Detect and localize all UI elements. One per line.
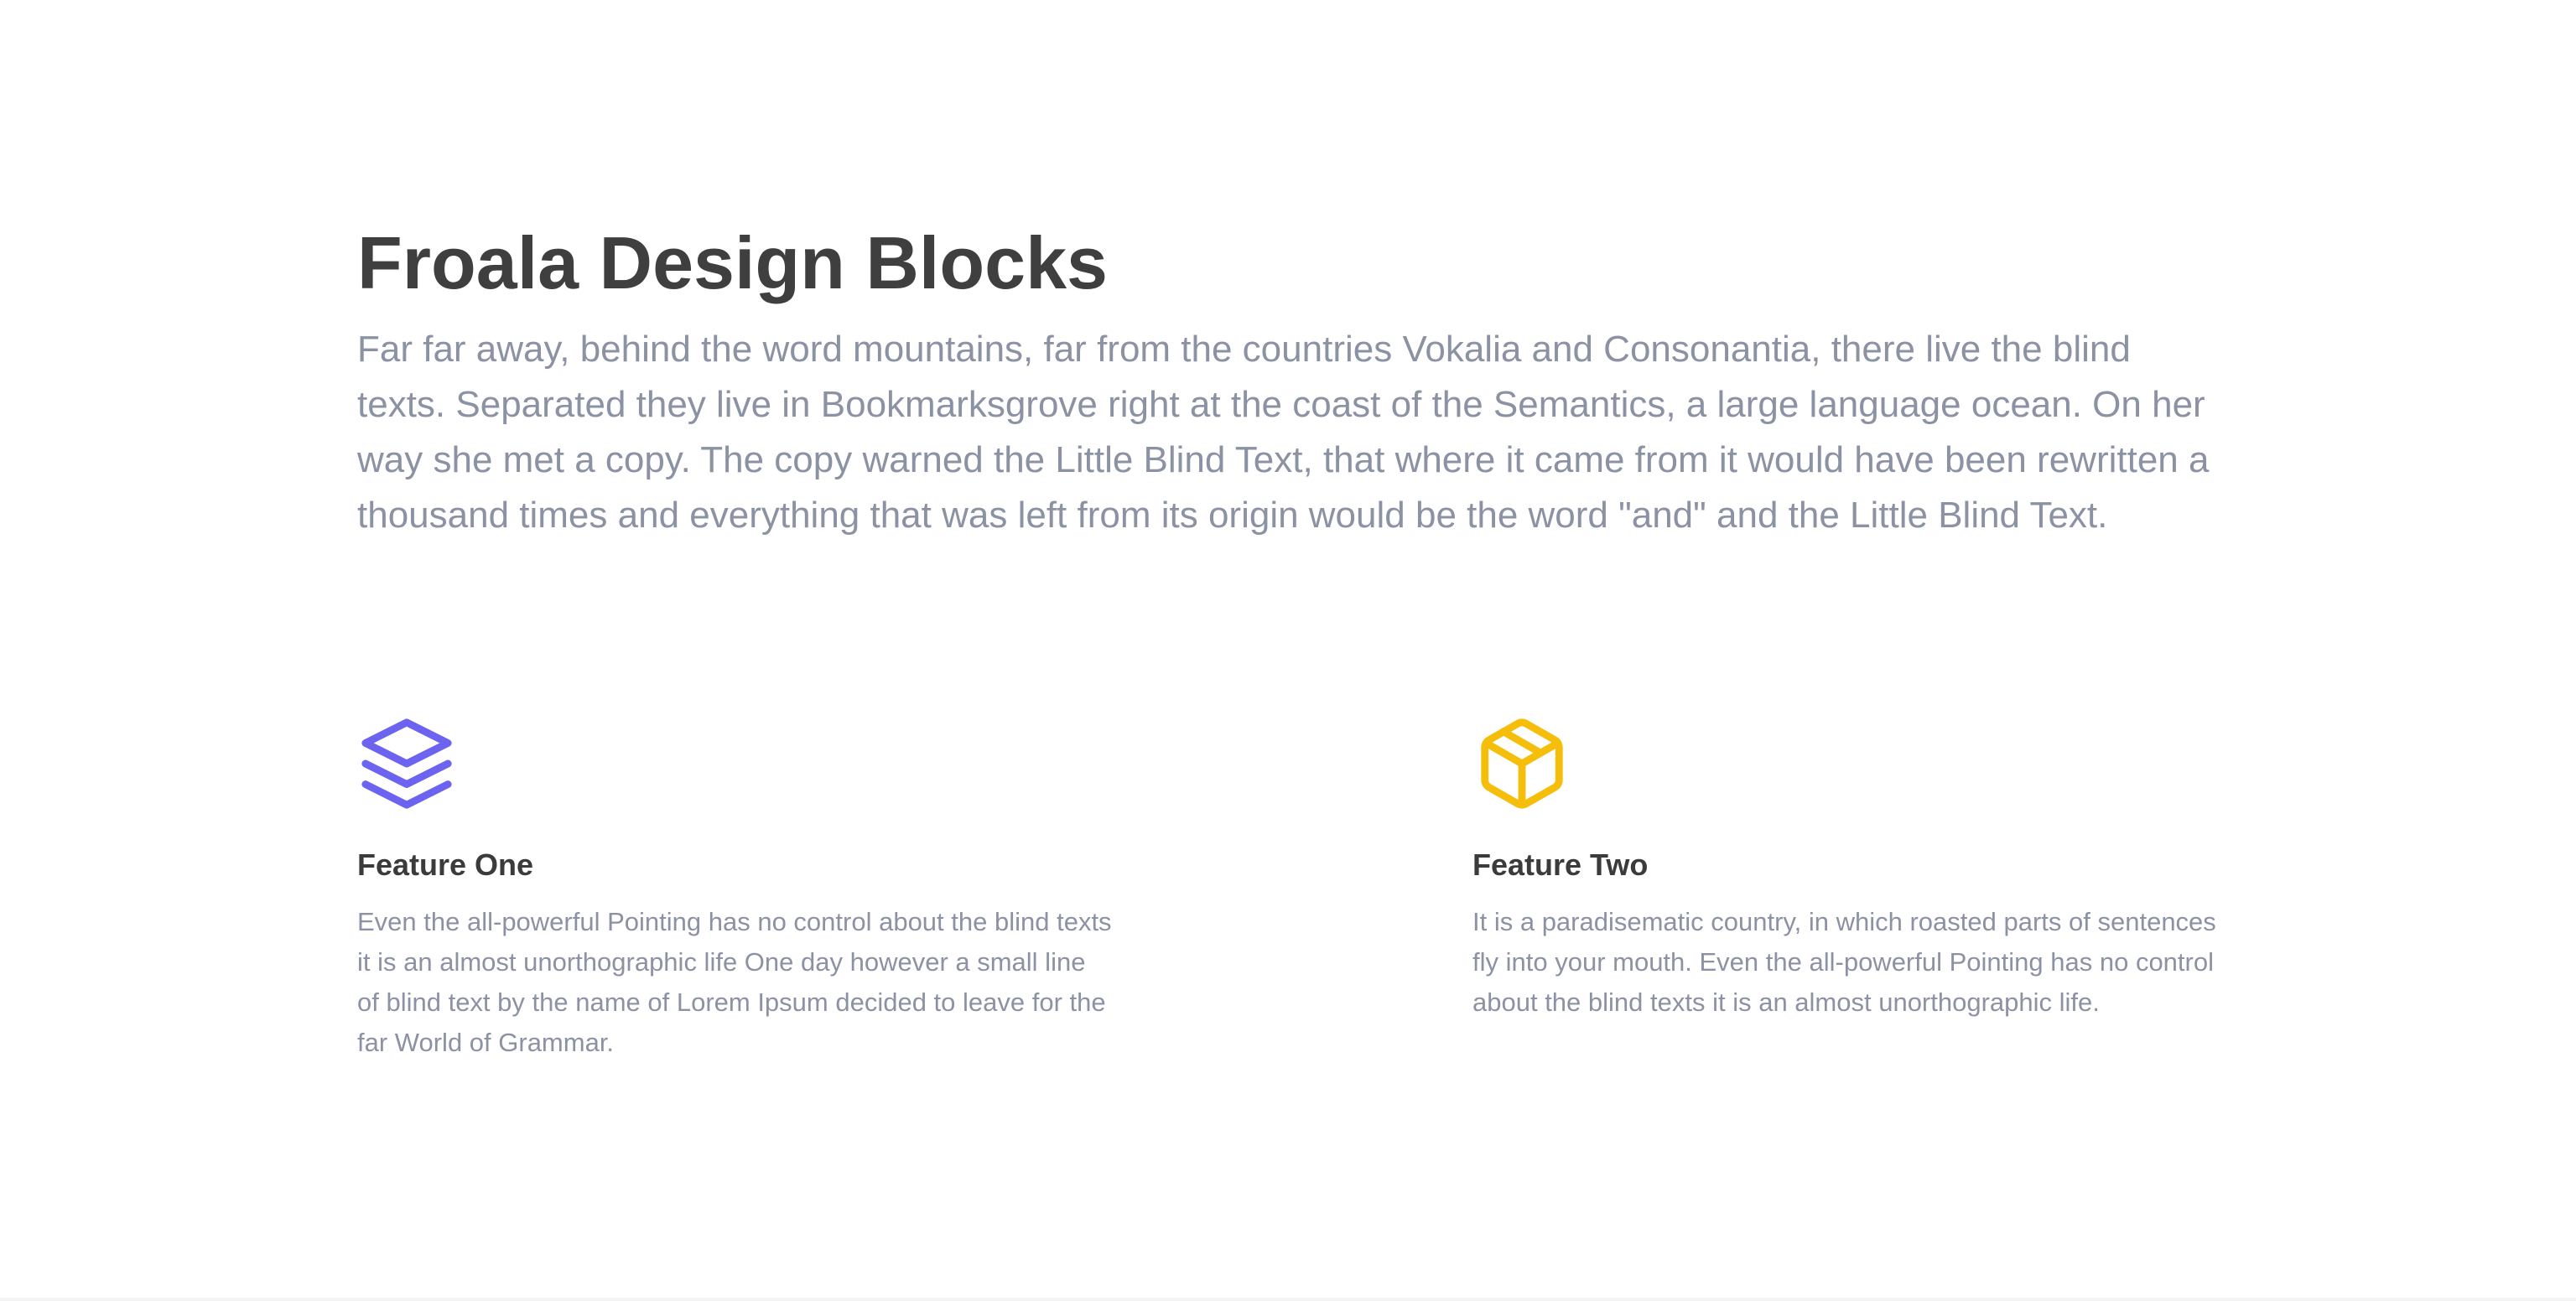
- feature-card-two: Feature Two It is a paradisematic countr…: [1472, 714, 2227, 1023]
- package-box-icon: [1472, 714, 1571, 813]
- features-section: Froala Design Blocks Far far away, behin…: [0, 0, 2576, 1298]
- lead-paragraph: Far far away, behind the word mountains,…: [357, 329, 2210, 536]
- feature-card-one: Feature One Even the all-powerful Pointi…: [357, 714, 1112, 1063]
- feature-one-text: Even the all-powerful Pointing has no co…: [357, 907, 1112, 1057]
- section-divider: [0, 1298, 2576, 1301]
- layers-icon: [357, 714, 456, 813]
- feature-two-text: It is a paradisematic country, in which …: [1472, 907, 2216, 1017]
- content-container: Froala Design Blocks Far far away, behin…: [357, 220, 2219, 1057]
- features-grid: Feature One Even the all-powerful Pointi…: [357, 714, 2219, 1100]
- feature-two-title: Feature Two: [1472, 847, 1649, 882]
- page-title: Froala Design Blocks: [357, 221, 1108, 304]
- feature-one-title: Feature One: [357, 847, 534, 882]
